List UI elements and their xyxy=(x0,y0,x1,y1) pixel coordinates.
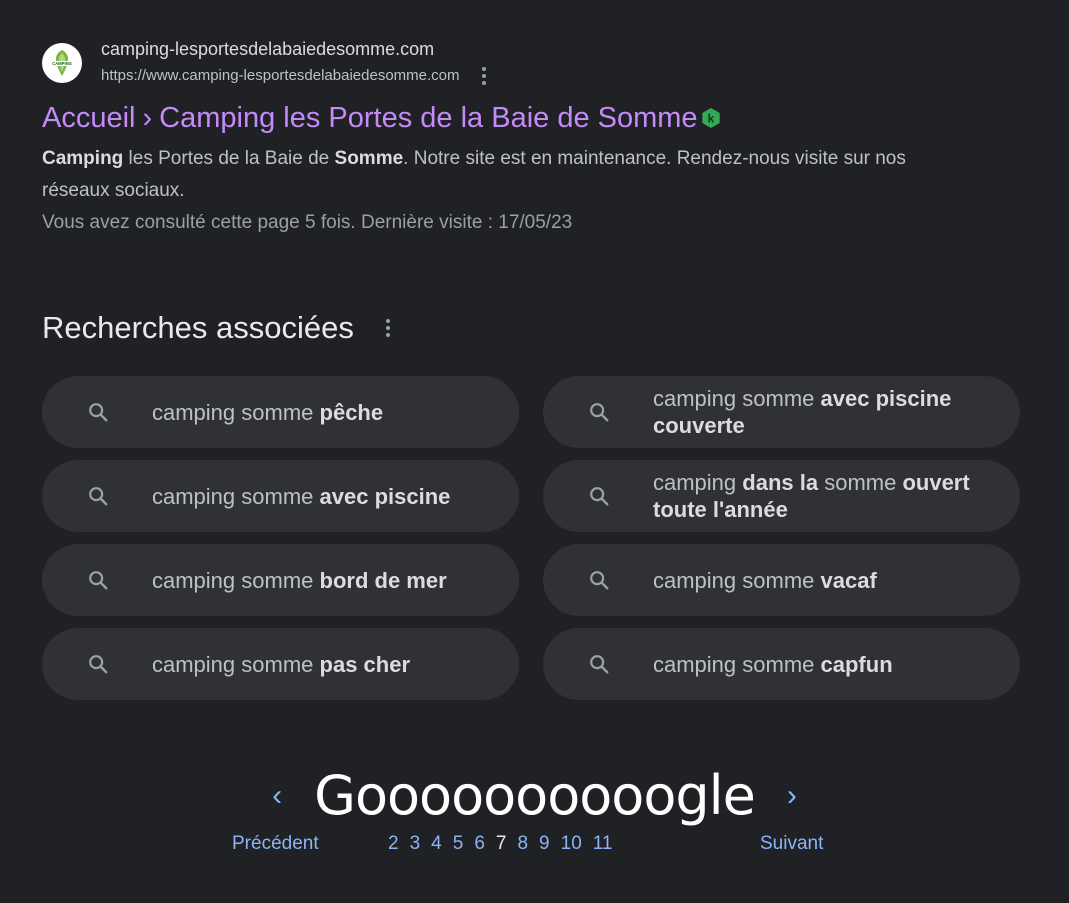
chevron-left-icon[interactable]: ‹ xyxy=(262,776,292,816)
title-separator: › xyxy=(142,102,153,134)
search-result: CAMPING camping-lesportesdelabaiedesomme… xyxy=(42,38,942,239)
chip-label: camping somme pêche xyxy=(152,399,384,425)
page-link-6[interactable]: 6 xyxy=(474,830,485,858)
page-link-8[interactable]: 8 xyxy=(517,830,528,858)
chip-label: camping somme avec piscine couverte xyxy=(653,386,952,438)
result-menu-icon[interactable] xyxy=(474,64,494,88)
related-search-chip[interactable]: camping somme bord de mer xyxy=(42,544,519,616)
chip-label: camping somme capfun xyxy=(653,651,893,677)
svg-text:k: k xyxy=(707,112,714,126)
snippet-bold-1: Camping xyxy=(42,148,124,169)
search-icon xyxy=(86,568,110,592)
related-search-chip[interactable]: camping somme pas cher xyxy=(42,628,519,700)
next-page-link[interactable]: Suivant xyxy=(760,830,823,858)
related-search-chip[interactable]: camping somme vacaf xyxy=(543,544,1020,616)
site-name[interactable]: camping-lesportesdelabaiedesomme.com xyxy=(101,38,494,60)
result-site-row: CAMPING camping-lesportesdelabaiedesomme… xyxy=(42,38,942,88)
related-search-chip[interactable]: camping somme avec piscine couverte xyxy=(543,376,1020,448)
site-url-row: https://www.camping-lesportesdelabaiedes… xyxy=(101,64,494,88)
related-menu-icon[interactable] xyxy=(378,316,398,340)
related-searches-title: Recherches associées xyxy=(42,310,354,345)
related-search-chip[interactable]: camping somme pêche xyxy=(42,376,519,448)
result-title-link[interactable]: Accueil › Camping les Portes de la Baie … xyxy=(42,100,942,136)
site-meta: camping-lesportesdelabaiedesomme.com htt… xyxy=(101,38,494,88)
search-icon xyxy=(587,652,611,676)
page-link-10[interactable]: 10 xyxy=(561,830,582,858)
page-link-9[interactable]: 9 xyxy=(539,830,550,858)
page-link-5[interactable]: 5 xyxy=(453,830,464,858)
search-icon xyxy=(86,400,110,424)
chip-label: camping somme vacaf xyxy=(653,567,877,593)
google-pagination-logo: Goooooooooogle xyxy=(314,764,756,827)
chevron-right-icon[interactable]: › xyxy=(777,776,807,816)
page-link-2[interactable]: 2 xyxy=(388,830,399,858)
related-searches-grid: camping somme pêche camping somme avec p… xyxy=(42,376,1020,700)
page-numbers: 2 3 4 5 6 7 8 9 10 11 xyxy=(388,830,624,858)
chip-label: camping dans la somme ouvert toute l'ann… xyxy=(653,470,970,522)
kagi-k-badge-icon: k xyxy=(700,107,722,129)
page-link-11[interactable]: 11 xyxy=(593,830,613,858)
title-text: Camping les Portes de la Baie de Somme xyxy=(159,102,698,134)
snippet-text-1: les Portes de la Baie de xyxy=(123,148,335,169)
site-favicon-icon[interactable]: CAMPING xyxy=(42,43,82,83)
search-icon xyxy=(86,484,110,508)
previous-page-link[interactable]: Précédent xyxy=(232,830,319,858)
visited-note: Vous avez consulté cette page 5 fois. De… xyxy=(42,212,573,233)
chip-label: camping somme avec piscine xyxy=(152,483,451,509)
page-link-3[interactable]: 3 xyxy=(410,830,421,858)
snippet-bold-2: Somme xyxy=(334,148,404,169)
search-icon xyxy=(587,484,611,508)
pagination-nav: Précédent 2 3 4 5 6 7 8 9 10 11 Suivant xyxy=(0,830,1069,858)
title-breadcrumb: Accueil xyxy=(42,102,136,134)
page-link-4[interactable]: 4 xyxy=(431,830,442,858)
related-searches-header: Recherches associées xyxy=(42,308,398,348)
site-url[interactable]: https://www.camping-lesportesdelabaiedes… xyxy=(101,66,460,86)
related-search-chip[interactable]: camping somme avec piscine xyxy=(42,460,519,532)
search-results-page: CAMPING camping-lesportesdelabaiedesomme… xyxy=(0,0,1069,903)
pagination-logo-row: ‹ Goooooooooogle › xyxy=(0,766,1069,826)
favicon-text: CAMPING xyxy=(52,61,72,66)
related-search-chip[interactable]: camping somme capfun xyxy=(543,628,1020,700)
search-icon xyxy=(587,568,611,592)
chip-label: camping somme bord de mer xyxy=(152,567,447,593)
search-icon xyxy=(86,652,110,676)
related-search-chip[interactable]: camping dans la somme ouvert toute l'ann… xyxy=(543,460,1020,532)
current-page: 7 xyxy=(495,833,507,854)
chip-label: camping somme pas cher xyxy=(152,651,411,677)
search-icon xyxy=(587,400,611,424)
result-snippet: Camping les Portes de la Baie de Somme. … xyxy=(42,143,932,207)
